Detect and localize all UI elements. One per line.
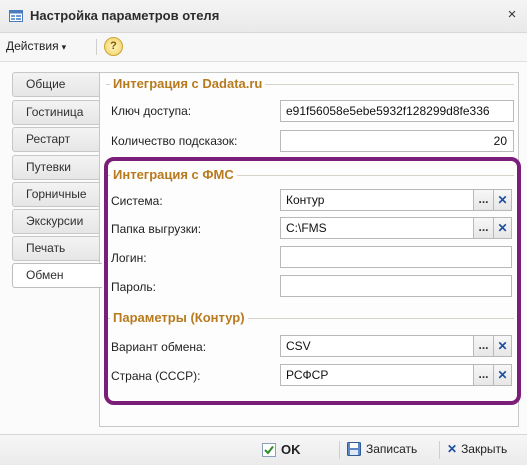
menu-bar: Действия ▾ ? bbox=[0, 33, 527, 62]
close-button[interactable]: ✕ Закрыть bbox=[447, 442, 507, 456]
export-folder-picker-button[interactable]: ... bbox=[474, 217, 494, 239]
tab-exchange[interactable]: Обмен bbox=[12, 263, 102, 288]
tab-general[interactable]: Общие bbox=[12, 72, 100, 97]
bottom-bar: OK Записать ✕ Закрыть bbox=[0, 434, 527, 465]
settings-window: Настройка параметров отеля × Действия ▾ ?… bbox=[0, 0, 527, 465]
export-folder-clear-icon[interactable]: ✕ bbox=[494, 217, 512, 239]
group-title-kontur: Параметры (Контур) bbox=[110, 310, 248, 325]
exchange-variant-clear-icon[interactable]: ✕ bbox=[494, 335, 512, 357]
tab-excursions[interactable]: Экскурсии bbox=[12, 209, 100, 234]
api-key-label: Ключ доступа: bbox=[111, 104, 192, 118]
actions-menu-label: Действия bbox=[6, 39, 59, 53]
tab-maids[interactable]: Горничные bbox=[12, 182, 100, 207]
password-field[interactable] bbox=[280, 275, 512, 297]
close-x-icon: ✕ bbox=[447, 442, 458, 456]
group-title-dadata: Интеграция с Dadata.ru bbox=[110, 76, 266, 91]
form-icon bbox=[9, 10, 23, 22]
floppy-disk-icon bbox=[347, 442, 361, 456]
hints-count-label: Количество подсказок: bbox=[111, 134, 238, 148]
exchange-variant-picker-button[interactable]: ... bbox=[474, 335, 494, 357]
button-separator bbox=[339, 441, 340, 459]
tab-hotel[interactable]: Гостиница bbox=[12, 100, 100, 125]
menu-separator bbox=[96, 39, 97, 55]
hints-count-field[interactable]: 20 bbox=[280, 130, 514, 152]
login-label: Логин: bbox=[111, 251, 147, 265]
country-label: Страна (СССР): bbox=[111, 369, 201, 383]
country-clear-icon[interactable]: ✕ bbox=[494, 364, 512, 386]
export-folder-label: Папка выгрузки: bbox=[111, 222, 202, 236]
close-button-label: Закрыть bbox=[461, 442, 508, 456]
close-icon[interactable]: × bbox=[503, 6, 521, 24]
system-field[interactable]: Контур bbox=[280, 189, 474, 211]
ok-button[interactable]: OK bbox=[262, 442, 301, 457]
button-separator bbox=[439, 441, 440, 459]
exchange-panel: Интеграция с Dadata.ru Ключ доступа: e91… bbox=[99, 72, 519, 427]
checkmark-icon bbox=[262, 443, 276, 457]
tab-print[interactable]: Печать bbox=[12, 236, 100, 261]
save-button-label: Записать bbox=[366, 442, 418, 456]
exchange-variant-field[interactable]: CSV bbox=[280, 335, 474, 357]
group-title-fms: Интеграция с ФМС bbox=[110, 167, 237, 182]
password-label: Пароль: bbox=[111, 280, 156, 294]
country-field[interactable]: РСФСР bbox=[280, 364, 474, 386]
actions-menu[interactable]: Действия ▾ bbox=[6, 39, 66, 53]
country-picker-button[interactable]: ... bbox=[474, 364, 494, 386]
save-button[interactable]: Записать bbox=[347, 442, 417, 456]
api-key-field[interactable]: e91f56058e5ebe5932f128299d8fe336 bbox=[280, 100, 514, 122]
help-icon[interactable]: ? bbox=[104, 37, 123, 56]
system-clear-icon[interactable]: ✕ bbox=[494, 189, 512, 211]
system-picker-button[interactable]: ... bbox=[474, 189, 494, 211]
ok-button-label: OK bbox=[281, 442, 301, 457]
tab-vouchers[interactable]: Путевки bbox=[12, 155, 100, 180]
login-field[interactable] bbox=[280, 246, 512, 268]
tab-restart[interactable]: Рестарт bbox=[12, 127, 100, 152]
export-folder-field[interactable]: C:\FMS bbox=[280, 217, 474, 239]
title-bar: Настройка параметров отеля × bbox=[0, 0, 527, 33]
exchange-variant-label: Вариант обмена: bbox=[111, 340, 207, 354]
system-label: Система: bbox=[111, 194, 163, 208]
window-title: Настройка параметров отеля bbox=[30, 8, 220, 23]
chevron-down-icon: ▾ bbox=[61, 42, 67, 52]
